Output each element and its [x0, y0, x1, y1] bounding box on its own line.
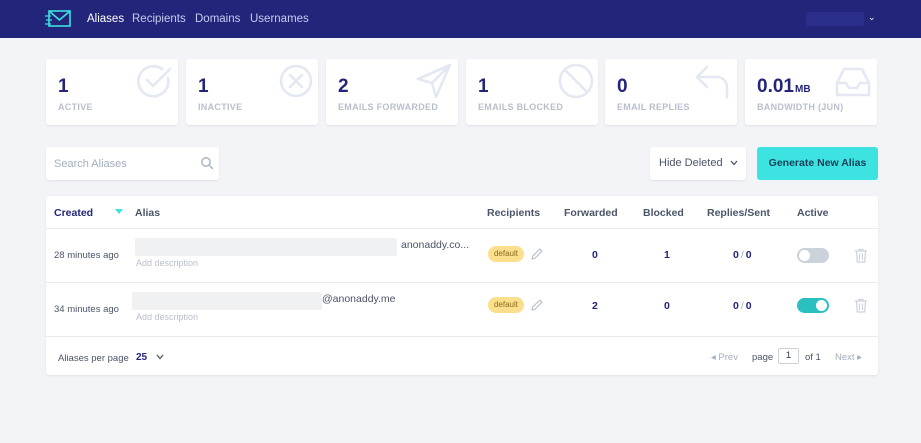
next-page-button[interactable]: Next ▸: [835, 352, 862, 363]
search-input[interactable]: [54, 147, 194, 180]
stat-card-inactive: 1 INACTIVE: [186, 59, 318, 125]
alias-address[interactable]: anonaddy.co...: [401, 239, 469, 251]
header-recipients[interactable]: Recipients: [487, 207, 540, 219]
blocked-count: 1: [664, 249, 670, 261]
username-redacted: [806, 12, 864, 26]
add-description-link[interactable]: Add description: [136, 258, 198, 268]
inbox-icon: [835, 67, 871, 97]
header-created[interactable]: Created: [54, 207, 93, 219]
stat-label: ACTIVE: [58, 102, 93, 112]
search-box: [46, 147, 219, 180]
toggle-knob: [816, 300, 827, 311]
prev-page-button[interactable]: ◂ Prev: [711, 352, 738, 363]
top-navbar: Aliases Recipients Domains Usernames ⌄: [0, 0, 921, 38]
pencil-icon[interactable]: [530, 247, 544, 261]
reply-icon: [695, 65, 729, 99]
page-label: page: [752, 352, 774, 363]
divider: [46, 336, 878, 337]
send-icon: [416, 63, 452, 99]
check-circle-icon: [137, 64, 172, 98]
header-blocked[interactable]: Blocked: [643, 207, 684, 219]
stat-value: 0.01MB: [757, 76, 811, 97]
stat-label: INACTIVE: [198, 102, 243, 112]
chevron-down-icon: ⌄: [868, 12, 876, 22]
stat-label: EMAILS FORWARDED: [338, 102, 439, 112]
search-icon[interactable]: [200, 156, 214, 170]
stat-value: 0: [617, 76, 628, 97]
page-number-input[interactable]: 1: [778, 348, 799, 364]
stat-value: 2: [338, 76, 349, 97]
sort-desc-icon[interactable]: [115, 209, 123, 214]
forwarded-count: 2: [592, 300, 598, 312]
stat-label: BANDWIDTH (JUN): [757, 102, 844, 112]
stat-label: EMAILS BLOCKED: [478, 102, 564, 112]
stat-card-forwarded: 2 EMAILS FORWARDED: [326, 59, 458, 125]
recipient-badge[interactable]: default: [488, 246, 524, 262]
logo-icon[interactable]: [45, 10, 71, 28]
replies-sent: 0/0: [733, 300, 752, 312]
nav-domains[interactable]: Domains: [195, 13, 240, 25]
trash-icon[interactable]: [854, 248, 868, 263]
hide-deleted-select[interactable]: Hide Deleted: [650, 147, 746, 180]
aliases-table: Created Alias Recipients Forwarded Block…: [46, 196, 878, 375]
nav-usernames[interactable]: Usernames: [250, 13, 309, 25]
recipient-badge[interactable]: default: [488, 297, 524, 313]
chevron-down-icon[interactable]: [156, 354, 164, 360]
hide-deleted-label: Hide Deleted: [659, 157, 723, 169]
stat-value: 1: [198, 76, 209, 97]
stat-card-bandwidth: 0.01MB BANDWIDTH (JUN): [745, 59, 877, 125]
alias-redacted: [132, 292, 322, 310]
replies-sent: 0/0: [733, 249, 752, 261]
stat-card-blocked: 1 EMAILS BLOCKED: [466, 59, 598, 125]
active-toggle[interactable]: [797, 298, 829, 313]
chevron-down-icon: [730, 160, 738, 166]
x-circle-icon: [279, 64, 313, 98]
user-menu[interactable]: ⌄: [806, 12, 876, 26]
generate-new-alias-button[interactable]: Generate New Alias: [757, 147, 878, 180]
header-replies-sent[interactable]: Replies/Sent: [707, 207, 770, 219]
aliases-per-page-label: Aliases per page: [58, 353, 129, 364]
slash-circle-icon: [558, 63, 594, 99]
forwarded-count: 0: [592, 249, 598, 261]
stat-card-replies: 0 EMAIL REPLIES: [605, 59, 737, 125]
alias-address[interactable]: @anonaddy.me: [322, 293, 396, 305]
created-time: 34 minutes ago: [54, 304, 119, 315]
blocked-count: 0: [664, 300, 670, 312]
header-alias[interactable]: Alias: [135, 207, 160, 219]
toggle-knob: [799, 250, 810, 261]
alias-redacted: [135, 238, 397, 256]
stat-value: 1: [478, 76, 489, 97]
table-row: 34 minutes ago @anonaddy.me Add descript…: [46, 283, 878, 337]
header-active[interactable]: Active: [797, 207, 829, 219]
page-total: of 1: [805, 352, 821, 363]
generate-button-label: Generate New Alias: [768, 157, 867, 169]
active-toggle[interactable]: [797, 248, 829, 263]
stat-value: 1: [58, 76, 69, 97]
stat-card-active: 1 ACTIVE: [46, 59, 178, 125]
nav-recipients[interactable]: Recipients: [132, 13, 186, 25]
nav-aliases[interactable]: Aliases: [87, 13, 124, 25]
table-row: 28 minutes ago anonaddy.co... Add descri…: [46, 229, 878, 283]
trash-icon[interactable]: [854, 298, 868, 313]
stat-label: EMAIL REPLIES: [617, 102, 690, 112]
aliases-per-page-select[interactable]: 25: [136, 352, 147, 363]
pencil-icon[interactable]: [530, 298, 544, 312]
add-description-link[interactable]: Add description: [136, 312, 198, 322]
created-time: 28 minutes ago: [54, 250, 119, 261]
header-forwarded[interactable]: Forwarded: [564, 207, 618, 219]
